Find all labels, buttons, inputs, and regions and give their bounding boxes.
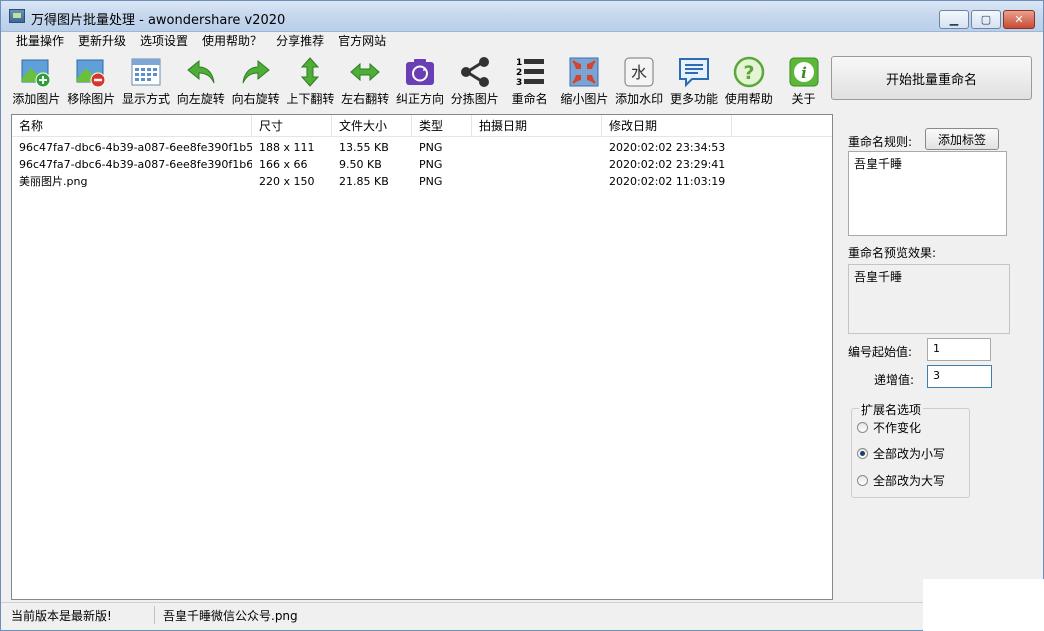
window-title: 万得图片批量处理 - awondershare v2020 <box>31 13 286 28</box>
start-number-label: 编号起始值: <box>848 345 913 359</box>
rename-icon: 123 <box>513 55 547 89</box>
sort-images-icon <box>458 55 492 89</box>
help-icon: ? <box>732 55 766 89</box>
svg-text:2: 2 <box>516 68 522 78</box>
radio-ext-lowercase[interactable]: 全部改为小写 <box>857 445 945 462</box>
add-image-icon <box>19 55 53 89</box>
radio-icon <box>857 475 868 486</box>
display-mode-icon <box>129 55 163 89</box>
increment-input[interactable]: 3 <box>927 365 992 388</box>
status-divider <box>154 606 155 624</box>
minimize-icon: ▁ <box>949 13 959 26</box>
minimize-button[interactable]: ▁ <box>939 10 969 29</box>
overlay-region <box>923 579 1044 631</box>
column-type[interactable]: 类型 <box>412 115 472 136</box>
flip-horizontal-icon <box>348 55 382 89</box>
help-button[interactable]: ? 使用帮助 <box>721 53 776 109</box>
info-icon: i <box>787 55 821 89</box>
svg-text:3: 3 <box>516 78 522 88</box>
add-image-button[interactable]: 添加图片 <box>9 53 64 109</box>
radio-ext-uppercase[interactable]: 全部改为大写 <box>857 472 945 489</box>
table-row[interactable]: 96c47fa7-dbc6-4b39-a087-6ee8fe390f1b5.pn… <box>12 139 832 156</box>
menu-share[interactable]: 分享推荐 <box>269 32 331 51</box>
table-row[interactable]: 96c47fa7-dbc6-4b39-a087-6ee8fe390f1b6.pn… <box>12 156 832 173</box>
column-dimensions[interactable]: 尺寸 <box>252 115 332 136</box>
rename-preview-label: 重命名预览效果: <box>848 246 937 260</box>
menu-help[interactable]: 使用帮助？ <box>195 32 269 51</box>
shrink-image-icon <box>567 55 601 89</box>
window-controls: ▁ ▢ ✕ <box>939 10 1035 29</box>
radio-ext-unchanged[interactable]: 不作变化 <box>857 419 921 436</box>
rotate-left-button[interactable]: 向左旋转 <box>173 53 228 109</box>
app-window: 万得图片批量处理 - awondershare v2020 ▁ ▢ ✕ 批量操作… <box>0 0 1044 631</box>
more-features-button[interactable]: 更多功能 <box>667 53 722 109</box>
svg-text:i: i <box>801 64 807 82</box>
maximize-button[interactable]: ▢ <box>971 10 1001 29</box>
file-list-header: 名称 尺寸 文件大小 类型 拍摄日期 修改日期 <box>12 115 832 137</box>
menu-options[interactable]: 选项设置 <box>133 32 195 51</box>
about-button[interactable]: i 关于 <box>776 53 831 109</box>
remove-image-icon <box>74 55 108 89</box>
radio-checked-icon <box>857 448 868 459</box>
column-name[interactable]: 名称 <box>12 115 252 136</box>
menu-update[interactable]: 更新升级 <box>71 32 133 51</box>
file-list[interactable]: 名称 尺寸 文件大小 类型 拍摄日期 修改日期 96c47fa7-dbc6-4b… <box>11 114 833 600</box>
status-bar: 当前版本是最新版! 吾皇千睡微信公众号.png <box>1 602 923 626</box>
extension-options-label: 扩展名选项 <box>859 401 924 418</box>
rotate-right-button[interactable]: 向右旋转 <box>228 53 283 109</box>
toolbar: 添加图片 移除图片 显示方式 向左旋转 向右旋转 上下翻转 左右翻转 纠正方向 … <box>9 53 831 109</box>
watermark-button[interactable]: 水 添加水印 <box>612 53 667 109</box>
rename-rule-label: 重命名规则: <box>848 135 913 149</box>
increment-label: 递增值: <box>874 373 915 387</box>
rotate-left-icon <box>184 55 218 89</box>
svg-text:1: 1 <box>516 58 522 68</box>
start-batch-rename-button[interactable]: 开始批量重命名 <box>831 56 1032 100</box>
rotate-right-icon <box>239 55 273 89</box>
add-tag-button[interactable]: 添加标签 <box>925 128 999 150</box>
flip-horizontal-button[interactable]: 左右翻转 <box>338 53 393 109</box>
menu-bar: 批量操作 更新升级 选项设置 使用帮助？ 分享推荐 官方网站 <box>1 32 1043 51</box>
svg-text:?: ? <box>743 62 754 84</box>
column-file-size[interactable]: 文件大小 <box>332 115 412 136</box>
title-bar[interactable]: 万得图片批量处理 - awondershare v2020 ▁ ▢ ✕ <box>1 1 1043 32</box>
close-button[interactable]: ✕ <box>1003 10 1035 29</box>
menu-batch[interactable]: 批量操作 <box>9 32 71 51</box>
correct-orientation-icon <box>403 55 437 89</box>
sort-images-button[interactable]: 分拣图片 <box>447 53 502 109</box>
status-version: 当前版本是最新版! <box>11 609 112 623</box>
correct-orientation-button[interactable]: 纠正方向 <box>393 53 448 109</box>
column-shot-date[interactable]: 拍摄日期 <box>472 115 602 136</box>
watermark-icon: 水 <box>622 55 656 89</box>
menu-website[interactable]: 官方网站 <box>331 32 393 51</box>
start-number-input[interactable]: 1 <box>927 338 991 361</box>
column-modified-date[interactable]: 修改日期 <box>602 115 732 136</box>
radio-icon <box>857 422 868 433</box>
status-file: 吾皇千睡微信公众号.png <box>163 609 298 623</box>
app-icon <box>9 9 25 23</box>
shrink-image-button[interactable]: 缩小图片 <box>557 53 612 109</box>
rename-rule-input[interactable]: 吾皇千睡 <box>848 151 1007 236</box>
table-row[interactable]: 美丽图片.png 220 x 150 21.85 KB PNG 2020:02:… <box>12 173 832 190</box>
svg-text:水: 水 <box>631 63 647 82</box>
rename-preview-box: 吾皇千睡 <box>848 264 1010 334</box>
flip-vertical-button[interactable]: 上下翻转 <box>283 53 338 109</box>
more-features-icon <box>677 55 711 89</box>
close-icon: ✕ <box>1014 13 1024 26</box>
rename-button[interactable]: 123 重命名 <box>502 53 557 109</box>
display-mode-button[interactable]: 显示方式 <box>119 53 174 109</box>
maximize-icon: ▢ <box>980 13 992 26</box>
remove-image-button[interactable]: 移除图片 <box>64 53 119 109</box>
flip-vertical-icon <box>293 55 327 89</box>
